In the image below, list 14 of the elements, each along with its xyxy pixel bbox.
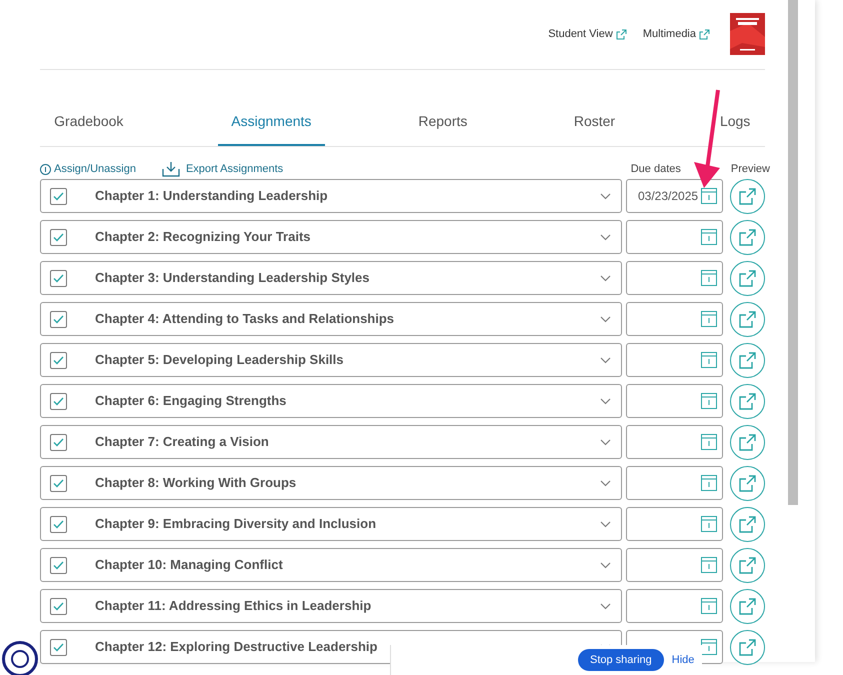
assignment-title: Chapter 5: Developing Leadership Skills — [95, 351, 344, 370]
assignment-title: Chapter 8: Working With Groups — [95, 474, 296, 492]
assignment-title: Chapter 1: Understanding Leadership — [95, 187, 328, 206]
assignment-title: Chapter 11: Addressing Ethics in Leadership — [95, 597, 372, 616]
assignment-title: Chapter 2: Recognizing Your Traits — [95, 228, 310, 246]
assignment-title: Chapter 9: Embracing Diversity and Inclusion — [95, 515, 376, 534]
assignment-title: Chapter 12: Exploring Destructive Leadership — [95, 638, 378, 656]
preview-heading: Preview — [730, 162, 770, 177]
assignment-title: Chapter 7: Creating a Vision — [95, 433, 269, 452]
assignment-title: Chapter 4: Attending to Tasks and Relationships — [95, 310, 394, 328]
assignment-title: Chapter 10: Managing Conflict — [95, 556, 283, 574]
assignment-title: Chapter 6: Engaging Strengths — [95, 392, 286, 410]
due-dates-heading: Due dates — [630, 162, 681, 177]
assignment-title: Chapter 3: Understanding Leadership Styles — [95, 269, 370, 288]
